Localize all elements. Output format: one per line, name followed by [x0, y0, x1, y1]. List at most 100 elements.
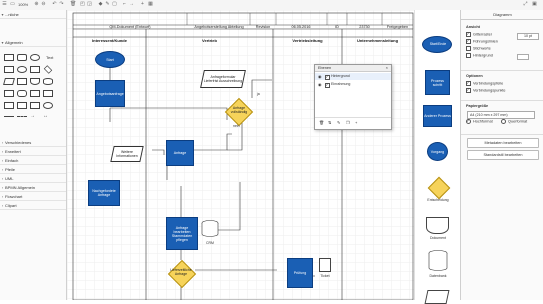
parallelogram-shape[interactable]: [3, 78, 15, 85]
to-front-icon[interactable]: ◰: [80, 2, 85, 7]
portrait-radio[interactable]: [466, 118, 471, 124]
zoom-in-icon[interactable]: ⊕: [34, 2, 39, 7]
rounded-rectangle-shape[interactable]: [17, 54, 27, 61]
hexagon-shape[interactable]: [17, 78, 27, 85]
data-shape[interactable]: [424, 290, 450, 304]
operation-shape[interactable]: Vorgang: [427, 142, 448, 161]
bidirectional-arrow-shape[interactable]: ↔: [43, 113, 48, 119]
grid-size-input[interactable]: 10 pt: [517, 33, 539, 40]
circle-shape[interactable]: [17, 66, 27, 73]
decision-shape[interactable]: [427, 176, 451, 200]
connection-points-checkbox[interactable]: [466, 87, 471, 93]
tape-shape[interactable]: [43, 90, 53, 97]
ticket-document[interactable]: [319, 258, 331, 272]
process-node[interactable]: Anfrage bearbeiten Stammdaten pflegen: [166, 217, 198, 250]
connection-points-option[interactable]: Verbindungspunkte: [466, 87, 506, 94]
card-shape[interactable]: [30, 90, 40, 97]
edit-style-button[interactable]: Standardstil bearbeiten: [467, 150, 539, 160]
line-color-icon[interactable]: ✎: [105, 2, 110, 7]
crm-database[interactable]: [201, 220, 219, 238]
table-icon[interactable]: ▦: [148, 2, 153, 7]
menu-icon[interactable]: ☰: [2, 2, 7, 7]
sidebar-category[interactable]: › BPMN Allgemein: [0, 185, 66, 192]
undo-icon[interactable]: ↶: [52, 2, 57, 7]
sidebar-search[interactable]: ▾ ...nliche: [0, 12, 66, 19]
sidebar-category[interactable]: › Einfach: [0, 158, 66, 165]
sidebar-category[interactable]: › UML: [0, 176, 66, 183]
line-shape[interactable]: [4, 116, 14, 117]
sidebar-section-general[interactable]: ▾ Allgemein: [0, 40, 66, 47]
landscape-option[interactable]: Querformat: [501, 119, 527, 125]
background-option[interactable]: Hintergrund: [466, 53, 493, 59]
sidebar-category[interactable]: › Erweitert: [0, 149, 66, 156]
document-shape[interactable]: [30, 78, 40, 85]
zoom-out-icon[interactable]: ⊖: [41, 2, 46, 7]
layer-checkbox[interactable]: [325, 82, 330, 89]
square-shape[interactable]: [4, 66, 14, 73]
process-node[interactable]: Prüfung: [287, 258, 313, 288]
shadow-icon[interactable]: ▢: [112, 2, 117, 7]
paper-size-select[interactable]: A4 (210 mm x 297 mm): [467, 111, 535, 119]
sidebar-category[interactable]: › Clipart: [0, 203, 66, 210]
layer-checkbox[interactable]: [325, 74, 330, 81]
tab-diagram[interactable]: Diagramm: [461, 10, 543, 20]
tooltips-option[interactable]: Stichworte: [466, 46, 491, 52]
portrait-option[interactable]: Hochformat: [466, 118, 493, 125]
layer-row[interactable]: ◉ Einrahmung: [315, 81, 391, 89]
move-layer-icon[interactable]: ⇅: [328, 120, 331, 125]
edit-data-button[interactable]: Metadaten bearbeiten: [467, 138, 539, 148]
page-view-icon[interactable]: ▭: [10, 2, 15, 7]
data-node[interactable]: Weitere Informationen: [110, 146, 144, 162]
layer-row[interactable]: ◉ Hintergrund: [315, 73, 391, 81]
process-node[interactable]: Angebotsanfrage: [95, 80, 125, 107]
diamond-shape[interactable]: [43, 65, 53, 74]
step-shape[interactable]: [4, 102, 14, 109]
cube-shape[interactable]: [30, 102, 40, 109]
ellipse-shape[interactable]: [30, 54, 40, 61]
fill-color-icon[interactable]: ◆: [98, 2, 103, 7]
start-node[interactable]: Start: [95, 51, 125, 68]
connection-arrows-checkbox[interactable]: [466, 80, 471, 86]
add-layer-icon[interactable]: +: [355, 120, 357, 125]
process-shape[interactable]: [30, 66, 40, 73]
or-shape[interactable]: [43, 102, 53, 109]
trapezoid-shape[interactable]: [17, 102, 27, 109]
process-node[interactable]: Nachgefordete Anfrage: [88, 180, 120, 206]
eye-icon[interactable]: ◉: [318, 82, 322, 87]
redo-icon[interactable]: ↷: [59, 2, 64, 7]
data-node[interactable]: Anfrageformular Lieferfrist Ausschreibun…: [200, 70, 246, 88]
to-back-icon[interactable]: ◲: [87, 2, 92, 7]
waypoints-icon[interactable]: ⌐: [122, 2, 127, 7]
eye-icon[interactable]: ◉: [318, 74, 322, 79]
duplicate-layer-icon[interactable]: ❐: [346, 120, 350, 125]
tooltips-checkbox[interactable]: [466, 46, 471, 51]
connection-arrows-option[interactable]: Verbindungspfeile: [466, 80, 503, 87]
cylinder-shape[interactable]: [43, 78, 53, 85]
document-shape[interactable]: [426, 217, 449, 234]
delete-layer-icon[interactable]: 🗑: [319, 120, 324, 125]
callout-shape[interactable]: [17, 90, 27, 97]
rectangle-shape[interactable]: [4, 54, 14, 61]
alternate-process-shape[interactable]: Anderer Prozess: [423, 105, 452, 127]
diagram-canvas[interactable]: QM-Dokument (Entwurf) Angebotserstellung…: [67, 10, 460, 300]
process-step-shape[interactable]: Prozess schritt: [425, 70, 450, 95]
zoom-level[interactable]: 100%: [18, 2, 28, 7]
process-node[interactable]: Anfrage: [166, 140, 194, 166]
delete-icon[interactable]: 🗑: [70, 2, 76, 7]
background-color-swatch[interactable]: [517, 54, 529, 60]
guides-checkbox[interactable]: [466, 38, 471, 44]
landscape-radio[interactable]: [501, 119, 506, 124]
arrow-shape[interactable]: →: [30, 113, 35, 119]
sidebar-category[interactable]: › Flowchart: [0, 194, 66, 201]
text-shape[interactable]: Text: [46, 55, 53, 60]
sidebar-category[interactable]: › Verschiedenes: [0, 140, 66, 147]
fullscreen-icon[interactable]: ⤢: [523, 2, 528, 7]
dashed-line-shape[interactable]: [17, 116, 27, 117]
plus-icon[interactable]: +: [140, 2, 145, 7]
database-shape[interactable]: [428, 250, 448, 272]
background-checkbox[interactable]: [466, 53, 471, 58]
close-icon[interactable]: ×: [386, 65, 388, 71]
format-panel-icon[interactable]: ▣: [532, 2, 537, 7]
note-shape[interactable]: [4, 90, 14, 97]
grid-option[interactable]: Gitterraster: [466, 31, 492, 38]
